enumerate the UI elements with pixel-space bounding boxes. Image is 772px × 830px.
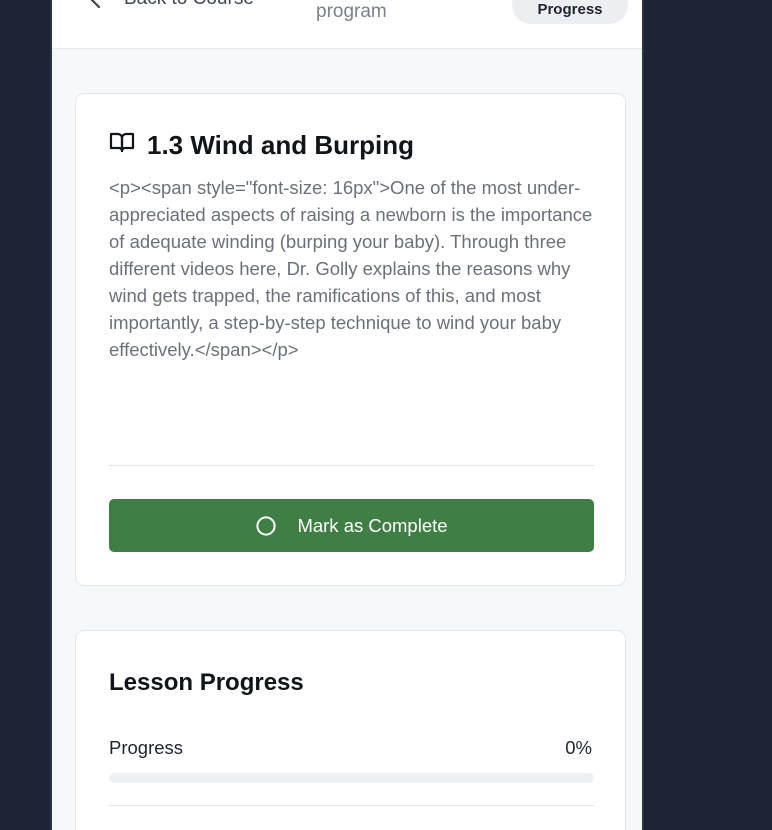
lesson-viewport: Back to Course program Progress 1.3 Wind… [50, 0, 644, 830]
course-subtitle: program [316, 1, 387, 22]
progress-bar [109, 773, 594, 783]
circle-icon [255, 515, 277, 537]
book-open-icon [109, 130, 135, 161]
divider [109, 805, 594, 806]
divider [109, 465, 594, 466]
back-to-course-label: Back to Course [124, 0, 254, 10]
lesson-description: <p><span style="font-size: 16px">One of … [109, 177, 593, 360]
progress-pill[interactable]: Progress [512, 0, 628, 24]
progress-percent: 0% [565, 737, 592, 758]
mark-complete-label: Mark as Complete [297, 514, 448, 536]
progress-label: Progress [109, 737, 184, 758]
lesson-title-row: 1.3 Wind and Burping [109, 130, 414, 161]
lesson-progress-card: Lesson Progress Progress 0% [75, 630, 626, 830]
back-to-course-link[interactable]: Back to Course [88, 0, 254, 10]
lesson-title: 1.3 Wind and Burping [147, 130, 414, 160]
lesson-card: 1.3 Wind and Burping <p><span style="fon… [75, 93, 626, 586]
top-bar: Back to Course program Progress [52, 0, 642, 49]
chevron-left-icon [88, 0, 102, 10]
lesson-progress-heading: Lesson Progress [109, 669, 304, 696]
mark-complete-button[interactable]: Mark as Complete [109, 499, 594, 552]
